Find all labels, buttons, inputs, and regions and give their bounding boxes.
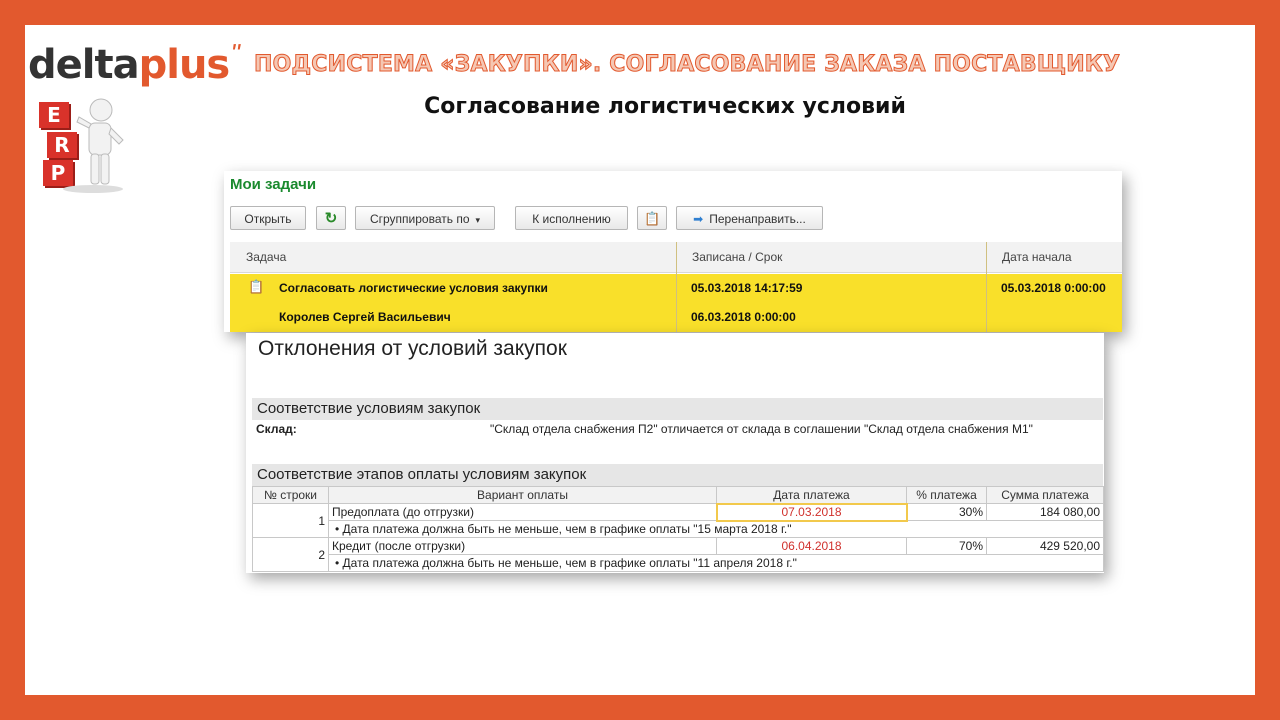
group-by-button[interactable]: Сгруппировать по ▾ xyxy=(355,206,495,230)
task-start-date: 05.03.2018 0:00:00 xyxy=(1001,281,1106,295)
payment-note: • Дата платежа должна быть не меньше, че… xyxy=(328,554,1104,572)
payment-stages-table: № строки Вариант оплаты Дата платежа % п… xyxy=(252,486,1104,572)
table-header-row: № строки Вариант оплаты Дата платежа % п… xyxy=(252,486,1104,504)
payment-variant: Предоплата (до отгрузки) xyxy=(328,503,717,521)
report-title: Отклонения от условий закупок xyxy=(258,337,567,360)
column-header-recorded[interactable]: Записана / Срок xyxy=(676,242,986,273)
warehouse-label: Склад: xyxy=(256,422,297,436)
payment-variant: Кредит (после отгрузки) xyxy=(328,537,717,555)
task-icon: 📋 xyxy=(248,279,265,294)
payment-date: 06.04.2018 xyxy=(716,537,907,555)
section-payment-stages: Соответствие этапов оплаты условиям заку… xyxy=(252,464,1103,486)
payment-date: 07.03.2018 xyxy=(715,502,908,522)
header-payment-date: Дата платежа xyxy=(716,486,907,504)
logo-swoosh-icon: ʺ xyxy=(231,43,243,68)
header-payment-variant: Вариант оплаты xyxy=(328,486,717,504)
column-divider xyxy=(676,242,677,332)
column-header-task[interactable]: Задача xyxy=(230,242,676,273)
header-payment-percent: % платежа xyxy=(906,486,987,504)
tasks-title: Мои задачи xyxy=(230,176,317,193)
execute-button[interactable]: К исполнению xyxy=(515,206,628,230)
table-row: 2 Кредит (после отгрузки) 06.04.2018 70%… xyxy=(252,537,1104,572)
section-purchase-conditions: Соответствие условиям закупок xyxy=(252,398,1103,420)
column-header-start-date[interactable]: Дата начала xyxy=(986,242,1122,273)
my-tasks-panel: Мои задачи Открыть ↻ Сгруппировать по ▾ К… xyxy=(224,171,1122,332)
chevron-down-icon: ▾ xyxy=(475,215,481,225)
deviations-report: Отклонения от условий закупок Соответств… xyxy=(246,333,1104,573)
clipboard-icon[interactable]: 📋 xyxy=(637,206,667,230)
payment-sum: 184 080,00 xyxy=(986,503,1104,521)
redirect-button[interactable]: ➡ Перенаправить... xyxy=(676,206,823,230)
logo-text-delta: delta xyxy=(28,42,140,88)
open-button[interactable]: Открыть xyxy=(230,206,306,230)
row-number: 2 xyxy=(252,537,329,572)
header-row-number: № строки xyxy=(252,486,329,504)
row-number: 1 xyxy=(252,503,329,538)
warehouse-text: "Склад отдела снабжения П2" отличается о… xyxy=(490,422,1033,436)
table-row-note: • Дата платежа должна быть не меньше, че… xyxy=(253,554,1104,572)
slide-title: ПОДСИСТЕМА «ЗАКУПКИ». СОГЛАСОВАНИЕ ЗАКАЗ… xyxy=(253,52,1121,78)
header-payment-sum: Сумма платежа xyxy=(986,486,1104,504)
arrow-right-icon: ➡ xyxy=(693,212,704,226)
task-deadline: 06.03.2018 0:00:00 xyxy=(691,310,796,324)
table-row: 1 Предоплата (до отгрузки) 07.03.2018 30… xyxy=(252,502,1104,538)
task-author: Королев Сергей Васильевич xyxy=(279,310,451,324)
payment-percent: 30% xyxy=(906,503,987,521)
payment-sum: 429 520,00 xyxy=(986,537,1104,555)
redirect-label: Перенаправить... xyxy=(709,212,806,226)
payment-note: • Дата платежа должна быть не меньше, че… xyxy=(328,520,1104,538)
task-recorded: 05.03.2018 14:17:59 xyxy=(691,281,803,295)
payment-percent: 70% xyxy=(906,537,987,555)
table-row-note: • Дата платежа должна быть не меньше, че… xyxy=(253,520,1104,538)
task-name: Согласовать логистические условия закупк… xyxy=(279,281,548,295)
column-divider xyxy=(986,242,987,332)
refresh-icon[interactable]: ↻ xyxy=(316,206,346,230)
logo-text-plus: plus xyxy=(138,42,231,88)
deltaplus-logo: deltaplusʺ xyxy=(28,40,243,97)
slide-subtitle: Согласование логистических условий xyxy=(424,94,906,119)
group-by-label: Сгруппировать по xyxy=(369,212,470,226)
